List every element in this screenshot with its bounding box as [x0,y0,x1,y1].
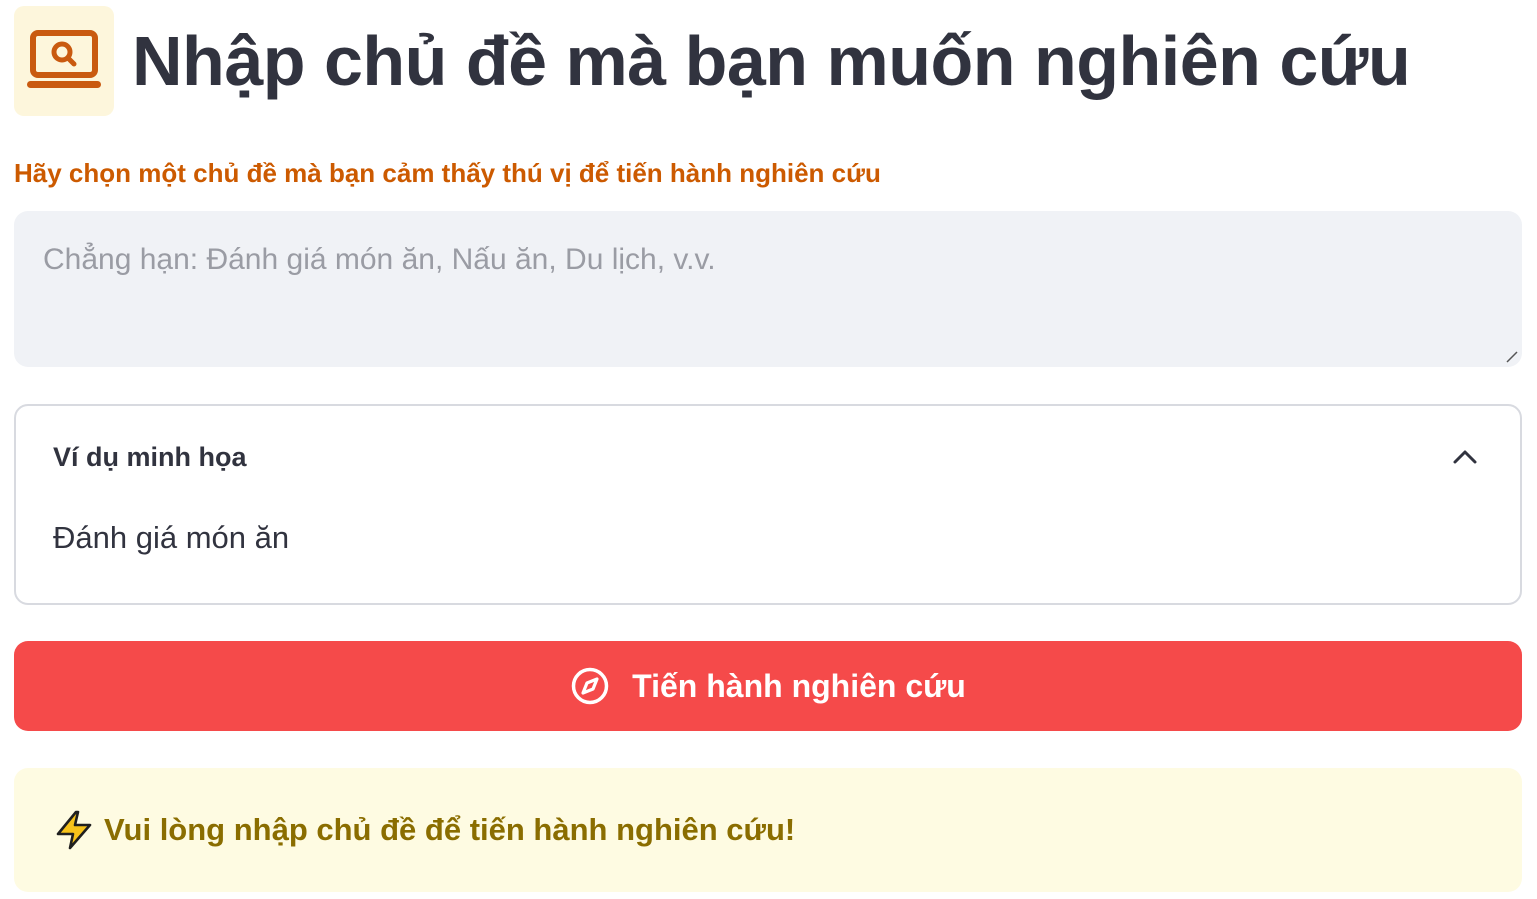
alert-message: Vui lòng nhập chủ đề để tiến hành nghiên… [104,812,796,847]
topic-input[interactable] [14,211,1522,367]
start-research-label: Tiến hành nghiên cứu [632,667,966,704]
warning-alert: Vui lòng nhập chủ đề để tiến hành nghiên… [14,768,1522,892]
resize-grip-icon[interactable] [1505,350,1519,364]
page: Nhập chủ đề mà bạn muốn nghiên cứu Hãy c… [0,0,1537,899]
page-header: Nhập chủ đề mà bạn muốn nghiên cứu [14,6,1411,116]
lightning-icon [56,810,92,850]
examples-expander: Ví dụ minh họa Đánh giá món ăn [14,404,1522,605]
start-research-button[interactable]: Tiến hành nghiên cứu [14,641,1522,731]
topic-field-label: Hãy chọn một chủ đề mà bạn cảm thấy thú … [14,158,881,188]
chevron-up-icon [1453,450,1477,464]
examples-expander-title: Ví dụ minh họa [53,442,247,472]
examples-expander-header[interactable]: Ví dụ minh họa [16,406,1520,510]
example-item: Đánh giá món ăn [53,520,290,555]
page-title: Nhập chủ đề mà bạn muốn nghiên cứu [132,22,1411,100]
compass-icon [571,667,609,705]
laptop-search-icon [14,6,114,116]
